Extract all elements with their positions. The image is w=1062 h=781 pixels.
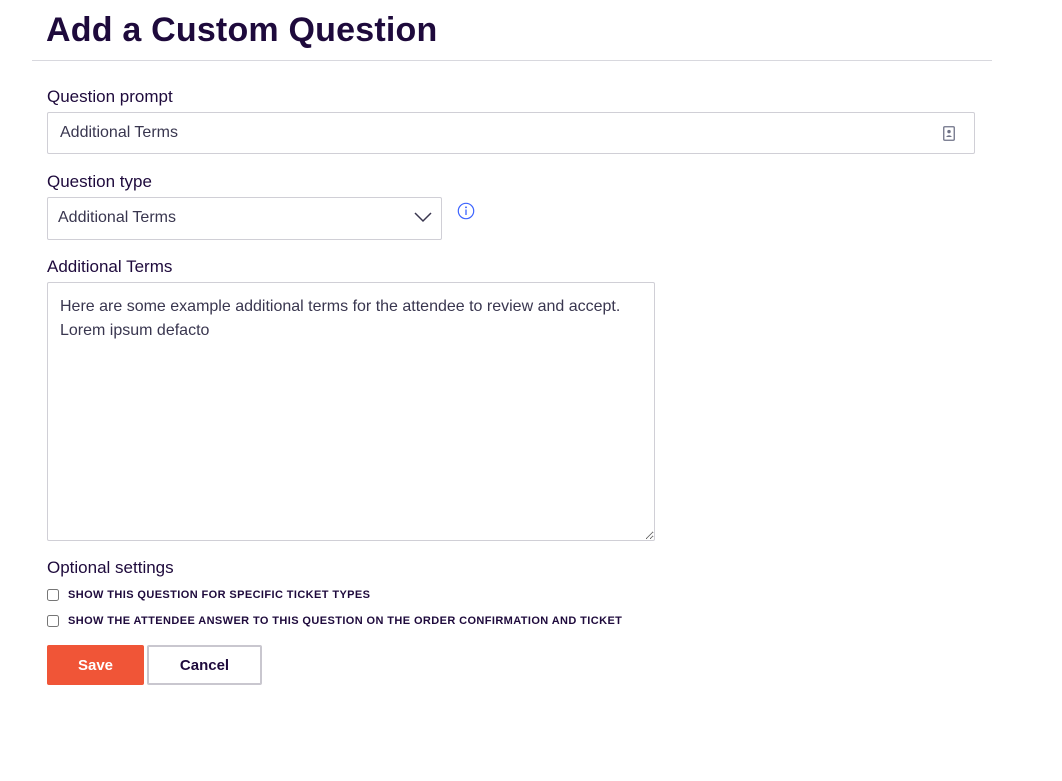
contact-card-icon[interactable] bbox=[943, 126, 955, 141]
title-divider bbox=[32, 60, 992, 61]
show-answer-option[interactable]: SHOW THE ATTENDEE ANSWER TO THIS QUESTIO… bbox=[47, 615, 622, 627]
question-type-label: Question type bbox=[47, 172, 152, 191]
save-button[interactable]: Save bbox=[47, 645, 144, 685]
info-icon[interactable] bbox=[457, 202, 475, 220]
page-title: Add a Custom Question bbox=[46, 11, 438, 49]
optional-settings-label: Optional settings bbox=[47, 558, 174, 577]
cancel-button[interactable]: Cancel bbox=[147, 645, 262, 685]
specific-ticket-types-checkbox[interactable] bbox=[47, 589, 59, 601]
question-type-select[interactable]: Additional Terms bbox=[47, 197, 442, 240]
question-type-selected-value: Additional Terms bbox=[58, 209, 176, 226]
additional-terms-label: Additional Terms bbox=[47, 257, 173, 276]
specific-ticket-types-label[interactable]: SHOW THIS QUESTION FOR SPECIFIC TICKET T… bbox=[68, 589, 370, 601]
additional-terms-textarea[interactable]: Here are some example additional terms f… bbox=[47, 282, 655, 541]
question-prompt-label: Question prompt bbox=[47, 87, 173, 106]
show-answer-checkbox[interactable] bbox=[47, 615, 59, 627]
show-answer-label[interactable]: SHOW THE ATTENDEE ANSWER TO THIS QUESTIO… bbox=[68, 615, 622, 627]
question-prompt-field[interactable] bbox=[47, 112, 975, 154]
question-prompt-input[interactable] bbox=[48, 113, 928, 153]
specific-ticket-types-option[interactable]: SHOW THIS QUESTION FOR SPECIFIC TICKET T… bbox=[47, 589, 370, 601]
chevron-down-icon bbox=[414, 212, 432, 223]
